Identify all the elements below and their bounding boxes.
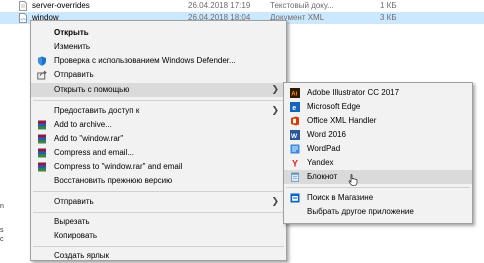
file-name: server-overrides [32,1,90,10]
menu-item-label: Add to archive... [54,120,112,129]
wordpad-icon [290,144,300,154]
submenu-item-label: Microsoft Edge [307,102,361,111]
submenu-item-wordpad[interactable]: WordPad [284,142,472,156]
svg-text:e: e [292,105,296,112]
winrar-icon [38,134,46,144]
left-edge-text: n [0,203,4,210]
file-date: 26.04.2018 17:19 [188,1,251,10]
menu-item-label: Открыть [54,28,89,37]
menu-separator [33,212,284,213]
submenu-item-label: Yandex [307,158,334,167]
menu-item-share-access[interactable]: Предоставить доступ к ❯ [31,104,286,118]
menu-item-label: Compress to "window.rar" and email [54,162,183,171]
winrar-icon [38,148,46,158]
word-icon: W [290,130,300,140]
menu-item-restore-version[interactable]: Восстановить прежнюю версию [31,174,286,188]
file-row-server-overrides[interactable]: server-overrides 26.04.2018 17:19 Тексто… [0,0,484,12]
menu-item-label: Открыть с помощью [54,85,130,94]
submenu-item-store[interactable]: Поиск в Магазине [284,191,472,205]
share-icon [37,70,47,80]
menu-item-send-to[interactable]: Отправить ❯ [31,195,286,209]
menu-item-label: Проверка с использованием Windows Defend… [54,56,236,65]
winrar-icon [38,120,46,130]
menu-separator [286,187,470,188]
illustrator-icon: Ai [290,88,300,98]
menu-item-label: Восстановить прежнюю версию [54,176,173,185]
chevron-right-icon: ❯ [271,105,279,115]
menu-item-label: Отправить [54,70,94,79]
submenu-item-illustrator[interactable]: Ai Adobe Illustrator CC 2017 [284,86,472,100]
menu-item-edit[interactable]: Изменить [31,40,286,54]
menu-item-add-to-archive[interactable]: Add to archive... [31,118,286,132]
menu-separator [33,246,284,247]
svg-text:Y: Y [292,159,298,169]
menu-item-share[interactable]: Отправить [31,68,286,82]
shield-icon [38,56,46,66]
submenu-item-notepad[interactable]: Блокнот [284,170,472,184]
left-edge-text: c [0,236,4,243]
notepad-icon [291,172,299,182]
menu-item-label: Предоставить доступ к [54,106,140,115]
svg-text:Ai: Ai [291,92,297,98]
file-size: 1 КБ [380,1,397,10]
menu-item-open-with[interactable]: Открыть с помощью ❯ [31,83,286,97]
file-size: 3 КБ [380,13,397,22]
left-edge-text: s [0,227,4,234]
chevron-right-icon: ❯ [271,196,279,206]
submenu-item-label: Поиск в Магазине [307,193,374,202]
open-with-submenu: Ai Adobe Illustrator CC 2017 e Microsoft… [283,82,473,224]
menu-item-label: Создать ярлык [54,251,110,260]
store-icon [290,193,300,203]
submenu-item-label: WordPad [307,144,341,153]
yandex-icon: Y [292,159,298,169]
submenu-item-word[interactable]: W Word 2016 [284,128,472,142]
menu-item-label: Изменить [54,42,91,51]
submenu-item-label: Блокнот [307,172,338,181]
menu-separator [33,100,284,101]
submenu-item-edge[interactable]: e Microsoft Edge [284,100,472,114]
office-icon [291,116,299,126]
xml-file-icon: </> [19,13,27,23]
svg-text:W: W [291,133,298,140]
edge-icon: e [290,102,300,112]
text-file-icon [19,1,27,11]
submenu-item-yandex[interactable]: Y Yandex [284,156,472,170]
menu-item-label: Compress and email... [54,148,135,157]
submenu-item-label: Word 2016 [307,130,346,139]
hand-cursor-icon [348,174,358,186]
menu-item-cut[interactable]: Вырезать [31,215,286,229]
submenu-item-label: Office XML Handler [307,116,377,125]
file-type: Текстовый доку... [270,1,334,10]
winrar-icon [38,162,46,172]
submenu-item-choose-app[interactable]: Выбрать другое приложение [284,205,472,219]
menu-item-label: Отправить [54,197,94,206]
menu-item-create-shortcut[interactable]: Создать ярлык [31,249,286,263]
menu-item-copy[interactable]: Копировать [31,229,286,243]
menu-item-add-to-rar[interactable]: Add to "window.rar" [31,132,286,146]
menu-separator [33,191,284,192]
menu-item-label: Копировать [54,231,98,240]
context-menu: Открыть Изменить Проверка с использовани… [30,20,287,261]
menu-item-compress-rar-email[interactable]: Compress to "window.rar" and email [31,160,286,174]
menu-item-compress-email[interactable]: Compress and email... [31,146,286,160]
submenu-item-office-xml[interactable]: Office XML Handler [284,114,472,128]
chevron-right-icon: ❯ [271,84,279,94]
menu-item-label: Add to "window.rar" [54,134,124,143]
svg-text:</>: </> [20,17,26,22]
menu-item-open[interactable]: Открыть [31,26,286,40]
submenu-item-label: Adobe Illustrator CC 2017 [307,88,400,97]
menu-item-defender-scan[interactable]: Проверка с использованием Windows Defend… [31,54,286,68]
submenu-item-label: Выбрать другое приложение [307,207,414,216]
menu-item-label: Вырезать [54,217,90,226]
